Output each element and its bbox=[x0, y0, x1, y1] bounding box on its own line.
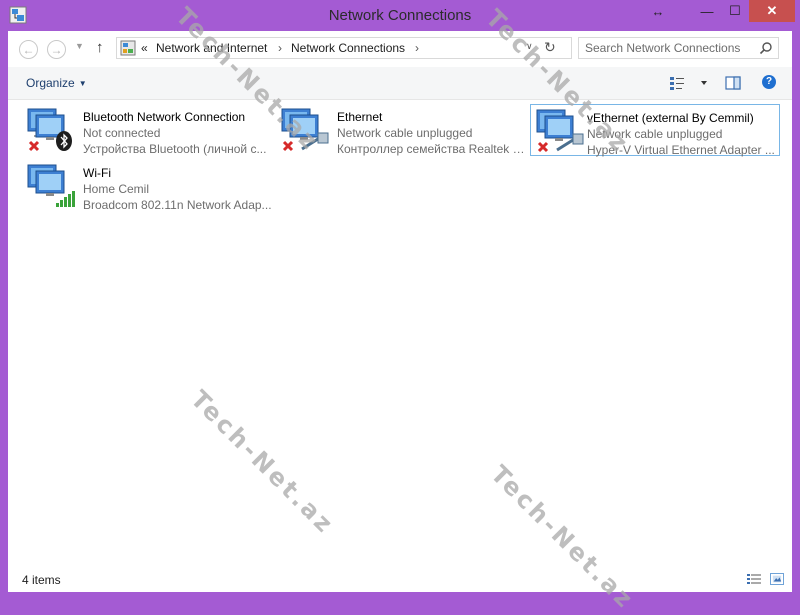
organize-menu-button[interactable]: Organize ▼ bbox=[26, 76, 87, 90]
breadcrumb-separator[interactable]: › bbox=[278, 41, 282, 55]
recent-locations-button[interactable]: ▼ bbox=[75, 41, 84, 51]
large-icons-view-button[interactable] bbox=[770, 573, 784, 585]
forward-button[interactable]: → bbox=[47, 40, 66, 59]
close-button[interactable]: ✕ bbox=[749, 0, 795, 22]
navigation-bar: ← → ▼ ↑ « Network and Internet › Network… bbox=[8, 31, 792, 67]
organize-caret-icon: ▼ bbox=[78, 79, 87, 88]
connection-name: Bluetooth Network Connection bbox=[83, 110, 246, 124]
details-view-button[interactable] bbox=[747, 573, 761, 585]
connection-device: Контроллер семейства Realtek P... bbox=[337, 142, 527, 156]
connection-name: Ethernet bbox=[337, 110, 383, 124]
window-client-area: ← → ▼ ↑ « Network and Internet › Network… bbox=[8, 31, 792, 592]
command-bar: Organize ▼ ? bbox=[8, 67, 792, 100]
connection-status: Home Cemil bbox=[83, 182, 150, 196]
connection-tile-wifi[interactable]: Wi-Fi Home Cemil Broadcom 802.11n Networ… bbox=[12, 159, 272, 212]
network-computer-icon bbox=[27, 164, 75, 207]
preview-pane-button[interactable] bbox=[725, 75, 741, 91]
network-computer-icon bbox=[27, 108, 72, 152]
control-panel-icon bbox=[120, 40, 136, 56]
connections-list: Bluetooth Network Connection Not connect… bbox=[8, 100, 792, 566]
minimize-button[interactable]: — bbox=[695, 0, 719, 22]
breadcrumb-separator[interactable]: › bbox=[415, 41, 419, 55]
search-box[interactable] bbox=[578, 37, 779, 59]
change-view-button[interactable] bbox=[669, 75, 709, 91]
maximize-button[interactable]: ☐ bbox=[722, 0, 748, 22]
search-input[interactable] bbox=[585, 40, 755, 56]
resize-arrows-icon: ↔ bbox=[651, 3, 665, 19]
organize-label: Organize bbox=[26, 76, 75, 90]
explorer-window: Network Connections ↔ — ☐ ✕ ← → ▼ ↑ « Ne… bbox=[0, 0, 800, 615]
connection-tile-bluetooth[interactable]: Bluetooth Network Connection Not connect… bbox=[12, 103, 266, 156]
search-icon[interactable] bbox=[759, 41, 773, 55]
help-button[interactable]: ? bbox=[762, 75, 776, 89]
window-title: Network Connections bbox=[328, 7, 472, 24]
up-button[interactable]: ↑ bbox=[96, 39, 104, 56]
title-bar[interactable]: Network Connections ↔ — ☐ ✕ bbox=[0, 0, 800, 31]
connection-device: Устройства Bluetooth (личной с... bbox=[83, 142, 267, 156]
status-bar: 4 items bbox=[8, 568, 792, 592]
breadcrumb-overflow[interactable]: « bbox=[141, 41, 148, 55]
connection-status: Network cable unplugged bbox=[337, 126, 473, 140]
connection-status: Not connected bbox=[83, 126, 161, 140]
connection-device: Broadcom 802.11n Network Adap... bbox=[83, 198, 272, 212]
connection-name: Wi-Fi bbox=[83, 166, 111, 180]
item-count: 4 items bbox=[22, 573, 61, 587]
breadcrumb-network-connections[interactable]: Network Connections bbox=[291, 41, 405, 55]
back-button[interactable]: ← bbox=[19, 40, 38, 59]
